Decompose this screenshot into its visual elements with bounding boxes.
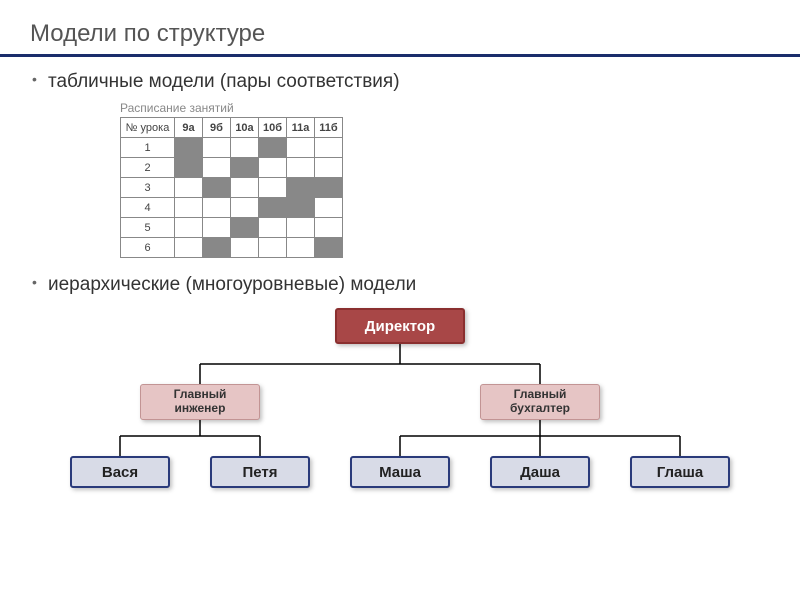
schedule-table: № урока 9а 9б 10а 10б 11а 11б 123456 bbox=[120, 117, 343, 258]
node-petya: Петя bbox=[210, 456, 310, 488]
node-vasya: Вася bbox=[70, 456, 170, 488]
schedule-cell bbox=[259, 178, 287, 198]
schedule-cell bbox=[203, 138, 231, 158]
node-chief-engineer: Главный инженер bbox=[140, 384, 260, 420]
schedule-cell bbox=[259, 218, 287, 238]
schedule-rownum: 5 bbox=[121, 218, 175, 238]
node-chief-accountant: Главный бухгалтер bbox=[480, 384, 600, 420]
schedule-col: 10б bbox=[259, 118, 287, 138]
node-director: Директор bbox=[335, 308, 465, 344]
schedule-cell bbox=[175, 138, 203, 158]
schedule-cell bbox=[315, 238, 343, 258]
schedule-cell bbox=[231, 238, 259, 258]
schedule-cell bbox=[175, 178, 203, 198]
schedule-cell bbox=[203, 178, 231, 198]
schedule-rownum: 3 bbox=[121, 178, 175, 198]
schedule-cell bbox=[231, 198, 259, 218]
schedule-cell bbox=[287, 198, 315, 218]
schedule-cell bbox=[203, 158, 231, 178]
bullet-hierarchical: иерархические (многоуровневые) модели bbox=[30, 274, 770, 296]
schedule-cell bbox=[231, 138, 259, 158]
schedule-cell bbox=[259, 158, 287, 178]
schedule-cell bbox=[203, 218, 231, 238]
schedule-rownum: 4 bbox=[121, 198, 175, 218]
bullet-tabular: табличные модели (пары соответствия) bbox=[30, 71, 770, 93]
schedule-cell bbox=[287, 158, 315, 178]
schedule-rownum: 2 bbox=[121, 158, 175, 178]
schedule-cell bbox=[259, 238, 287, 258]
hierarchy-diagram: Директор Главный инженер Главный бухгалт… bbox=[60, 306, 740, 496]
schedule-cell bbox=[231, 218, 259, 238]
schedule-cell bbox=[315, 218, 343, 238]
schedule-cell bbox=[203, 198, 231, 218]
schedule-cell bbox=[231, 158, 259, 178]
schedule-cell bbox=[203, 238, 231, 258]
schedule-caption: Расписание занятий bbox=[120, 101, 770, 115]
schedule-cell bbox=[315, 158, 343, 178]
schedule-cell bbox=[315, 178, 343, 198]
schedule-cell bbox=[315, 138, 343, 158]
title-underline bbox=[0, 54, 800, 57]
schedule-table-block: Расписание занятий № урока 9а 9б 10а 10б… bbox=[120, 101, 770, 258]
schedule-cell bbox=[231, 178, 259, 198]
node-glasha: Глаша bbox=[630, 456, 730, 488]
schedule-rownum: 6 bbox=[121, 238, 175, 258]
schedule-cell bbox=[175, 158, 203, 178]
schedule-col: 11а bbox=[287, 118, 315, 138]
node-dasha: Даша bbox=[490, 456, 590, 488]
schedule-cell bbox=[315, 198, 343, 218]
schedule-cell bbox=[287, 238, 315, 258]
schedule-cell bbox=[259, 198, 287, 218]
schedule-cell bbox=[259, 138, 287, 158]
schedule-col: 10а bbox=[231, 118, 259, 138]
slide-title: Модели по структуре bbox=[30, 20, 770, 48]
schedule-rowheader: № урока bbox=[121, 118, 175, 138]
schedule-col: 9б bbox=[203, 118, 231, 138]
schedule-cell bbox=[175, 218, 203, 238]
schedule-cell bbox=[287, 178, 315, 198]
schedule-cell bbox=[175, 238, 203, 258]
node-masha: Маша bbox=[350, 456, 450, 488]
schedule-cell bbox=[287, 218, 315, 238]
schedule-cell bbox=[287, 138, 315, 158]
schedule-col: 9а bbox=[175, 118, 203, 138]
schedule-col: 11б bbox=[315, 118, 343, 138]
schedule-rownum: 1 bbox=[121, 138, 175, 158]
schedule-cell bbox=[175, 198, 203, 218]
